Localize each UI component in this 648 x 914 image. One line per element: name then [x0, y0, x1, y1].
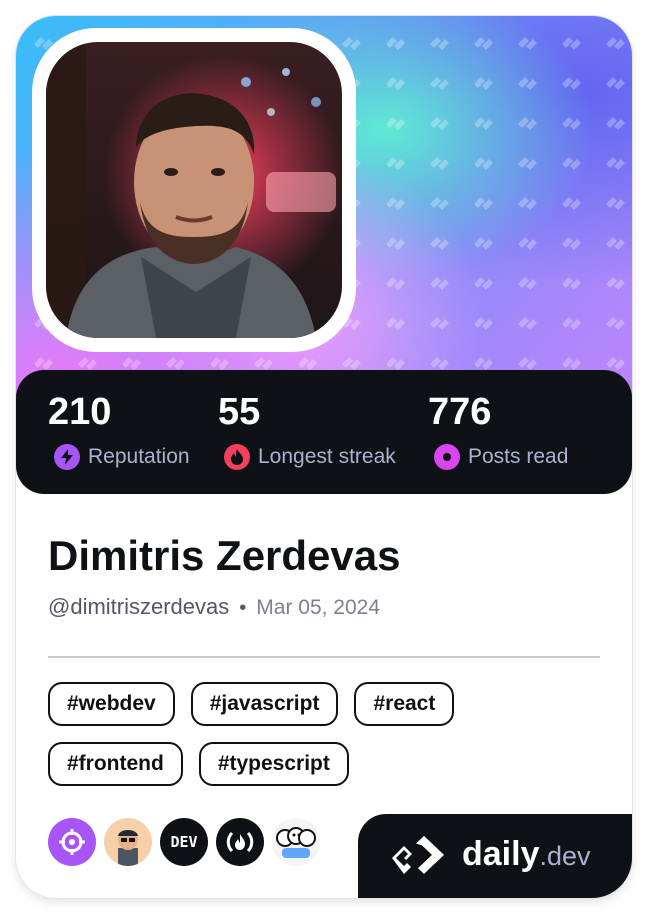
- avatar-frame: [32, 28, 356, 352]
- stat-reputation: 210 Reputation: [48, 392, 190, 470]
- posts-read-label: Posts read: [468, 445, 569, 468]
- tag-list: #webdev #javascript #react #frontend #ty…: [48, 682, 608, 802]
- tag-frontend[interactable]: #frontend: [48, 742, 183, 786]
- brand-word-daily: daily: [462, 835, 540, 873]
- avatar: [46, 42, 342, 338]
- freecodecamp-source-icon[interactable]: [216, 818, 264, 866]
- tag-react[interactable]: #react: [354, 682, 455, 726]
- reputation-label: Reputation: [88, 445, 190, 468]
- eye-icon: [434, 444, 460, 470]
- profile-handle: @dimitriszerdevas: [48, 594, 230, 619]
- developer-avatar-source-icon[interactable]: [104, 818, 152, 866]
- tag-typescript[interactable]: #typescript: [198, 742, 349, 786]
- streak-label: Longest streak: [258, 445, 396, 468]
- joined-date: Mar 05, 2024: [256, 596, 381, 619]
- reputation-value: 210: [48, 391, 112, 433]
- stats-bar: 210 Reputation 55 Longest streak 776 Pos…: [16, 370, 632, 494]
- profile-card: 210 Reputation 55 Longest streak 776 Pos…: [16, 16, 632, 898]
- bolt-icon: [54, 444, 80, 470]
- tag-javascript[interactable]: #javascript: [190, 682, 339, 726]
- crosshair-source-icon[interactable]: [48, 818, 96, 866]
- stat-posts-read: 776 Posts read: [428, 392, 568, 470]
- profile-meta: @dimitriszerdevas • Mar 05, 2024: [48, 594, 380, 620]
- dev-source-icon[interactable]: DEV: [160, 818, 208, 866]
- streak-value: 55: [218, 391, 261, 433]
- daily-dev-wordmark: daily.dev: [462, 832, 591, 883]
- flame-icon: [224, 444, 250, 470]
- divider: [48, 656, 600, 658]
- tag-webdev[interactable]: #webdev: [48, 682, 175, 726]
- daily-dev-brand: daily.dev: [358, 814, 632, 898]
- source-list: DEV: [48, 818, 320, 866]
- posts-read-value: 776: [428, 391, 492, 433]
- meta-separator: •: [239, 597, 247, 619]
- daily-dev-logo-icon: [392, 836, 444, 874]
- cover-background: [16, 16, 632, 396]
- dev-source-label: DEV: [170, 833, 198, 851]
- profile-name: Dimitris Zerdevas: [48, 532, 401, 579]
- avatar-photo-icon: [46, 42, 336, 338]
- people-source-icon[interactable]: [272, 818, 320, 866]
- brand-word-dev: .dev: [539, 841, 591, 871]
- stat-longest-streak: 55 Longest streak: [218, 392, 396, 470]
